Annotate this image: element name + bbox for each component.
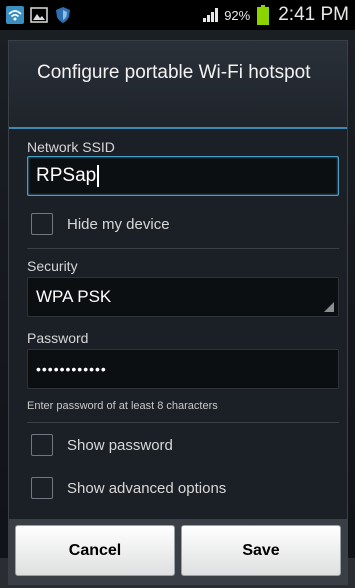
clock-time: 2:41 PM bbox=[278, 4, 349, 25]
show-password-label: Show password bbox=[67, 436, 173, 454]
status-bar: 92% 2:41 PM bbox=[0, 0, 355, 30]
show-password-row[interactable]: Show password bbox=[31, 434, 173, 456]
password-input[interactable]: •••••••••••• bbox=[27, 349, 339, 389]
show-advanced-label: Show advanced options bbox=[67, 479, 227, 497]
password-hint: Enter password of at least 8 characters bbox=[27, 400, 218, 412]
shield-icon bbox=[54, 6, 72, 24]
text-cursor bbox=[97, 165, 99, 187]
ssid-value: RPSap bbox=[36, 165, 97, 186]
hide-device-checkbox[interactable] bbox=[31, 213, 53, 235]
password-value: •••••••••••• bbox=[36, 361, 107, 377]
dropdown-arrow-icon bbox=[324, 302, 334, 312]
security-select[interactable]: WPA PSK bbox=[27, 277, 339, 317]
hotspot-config-dialog: Configure portable Wi-Fi hotspot Network… bbox=[8, 40, 348, 585]
hide-device-label: Hide my device bbox=[67, 215, 170, 233]
password-label: Password bbox=[27, 330, 89, 346]
gallery-icon bbox=[30, 6, 48, 24]
cancel-button[interactable]: Cancel bbox=[15, 525, 175, 576]
ssid-input[interactable]: RPSap bbox=[27, 156, 339, 196]
divider bbox=[27, 248, 339, 249]
show-advanced-row[interactable]: Show advanced options bbox=[31, 477, 226, 499]
wifi-hotspot-icon bbox=[6, 6, 24, 24]
status-icons-left bbox=[0, 6, 72, 24]
status-icons-right: 92% 2:41 PM bbox=[202, 4, 355, 26]
signal-strength-icon bbox=[202, 6, 220, 24]
show-password-checkbox[interactable] bbox=[31, 434, 53, 456]
battery-icon bbox=[254, 5, 272, 25]
security-value: WPA PSK bbox=[36, 287, 112, 306]
divider bbox=[27, 422, 339, 423]
battery-percent: 92% bbox=[224, 7, 251, 23]
hide-device-row[interactable]: Hide my device bbox=[31, 213, 170, 235]
ssid-label: Network SSID bbox=[27, 139, 115, 155]
dialog-buttons: Cancel Save bbox=[9, 519, 347, 584]
show-advanced-checkbox[interactable] bbox=[31, 477, 53, 499]
security-label: Security bbox=[27, 258, 78, 274]
save-button[interactable]: Save bbox=[181, 525, 341, 576]
dialog-title: Configure portable Wi-Fi hotspot bbox=[9, 41, 347, 129]
